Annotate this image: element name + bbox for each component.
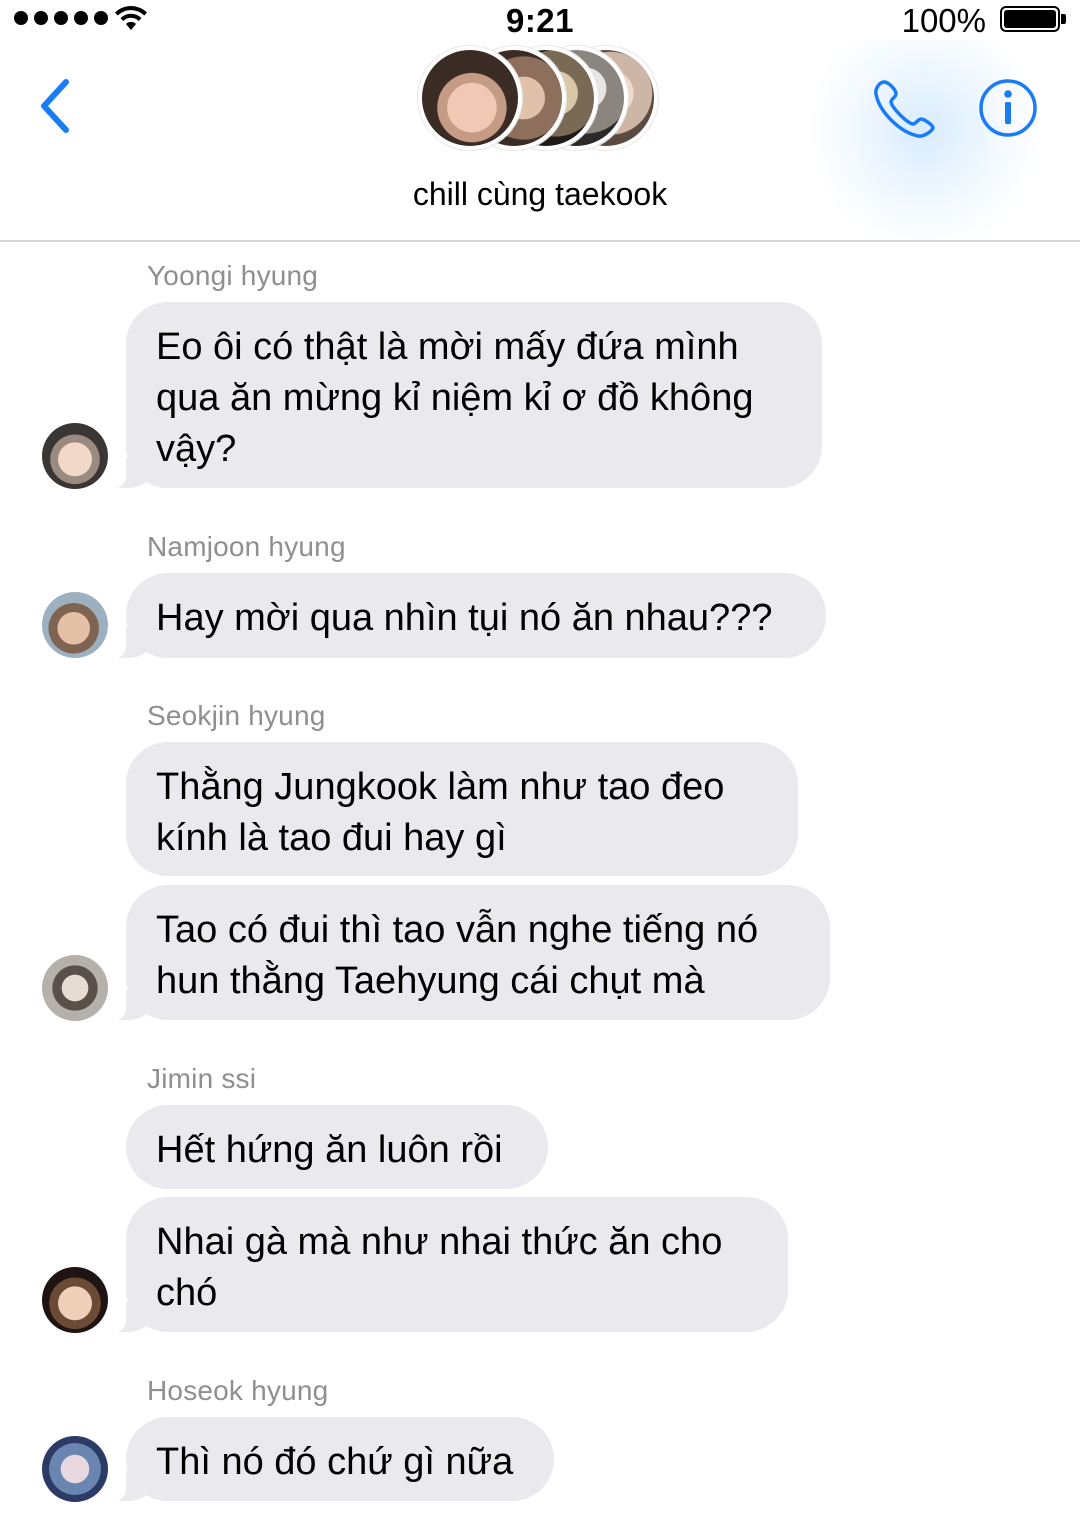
phone-icon — [874, 80, 935, 138]
member-avatar — [418, 46, 522, 150]
message-bubble[interactable]: Tao có đui thì tao vẫn nghe tiếng nó hun… — [100, 885, 830, 1021]
message-bubble[interactable]: Eo ôi có thật là mời mấy đứa mình qua ăn… — [100, 302, 822, 489]
avatar[interactable] — [42, 955, 108, 1021]
avatar[interactable] — [42, 592, 108, 658]
avatar[interactable] — [42, 1436, 108, 1502]
back-button[interactable] — [34, 76, 78, 136]
battery-icon — [1000, 6, 1060, 32]
sender-name: Namjoon hyung — [147, 531, 346, 562]
battery-cap — [1061, 14, 1066, 24]
conversation-title[interactable]: chill cùng taekook — [0, 176, 1080, 213]
group-avatar-stack[interactable] — [414, 42, 666, 156]
message-bubble[interactable]: Thằng Jungkook làm như tao đeo kính là t… — [126, 742, 798, 876]
sender-name: Hoseok hyung — [147, 1375, 329, 1406]
chevron-left-icon — [41, 79, 69, 133]
info-icon — [979, 79, 1037, 137]
info-button[interactable] — [978, 78, 1038, 138]
battery-percent: 100% — [901, 2, 986, 39]
battery-level — [1004, 10, 1056, 28]
message-bubble[interactable]: Thì nó đó chứ gì nữa — [100, 1417, 554, 1502]
sender-name: Jimin ssi — [147, 1063, 257, 1094]
message-bubble[interactable]: Hết hứng ăn luôn rồi — [126, 1105, 548, 1189]
conversation-header: chill cùng taekook — [0, 40, 1080, 242]
avatar[interactable] — [42, 423, 108, 489]
sender-name: Seokjin hyung — [147, 700, 326, 731]
status-bar: 9:21 100% — [0, 0, 1080, 40]
sender-name: Yoongi hyung — [147, 260, 319, 291]
call-button[interactable] — [872, 78, 938, 140]
avatar[interactable] — [42, 1267, 108, 1333]
message-bubble[interactable]: Hay mời qua nhìn tụi nó ăn nhau??? — [100, 573, 826, 659]
chat-screen: 9:21 100% chill cùng taekook Yoongi hyun… — [0, 0, 1080, 1536]
message-bubble[interactable]: Nhai gà mà như nhai thức ăn cho chó — [100, 1197, 788, 1333]
